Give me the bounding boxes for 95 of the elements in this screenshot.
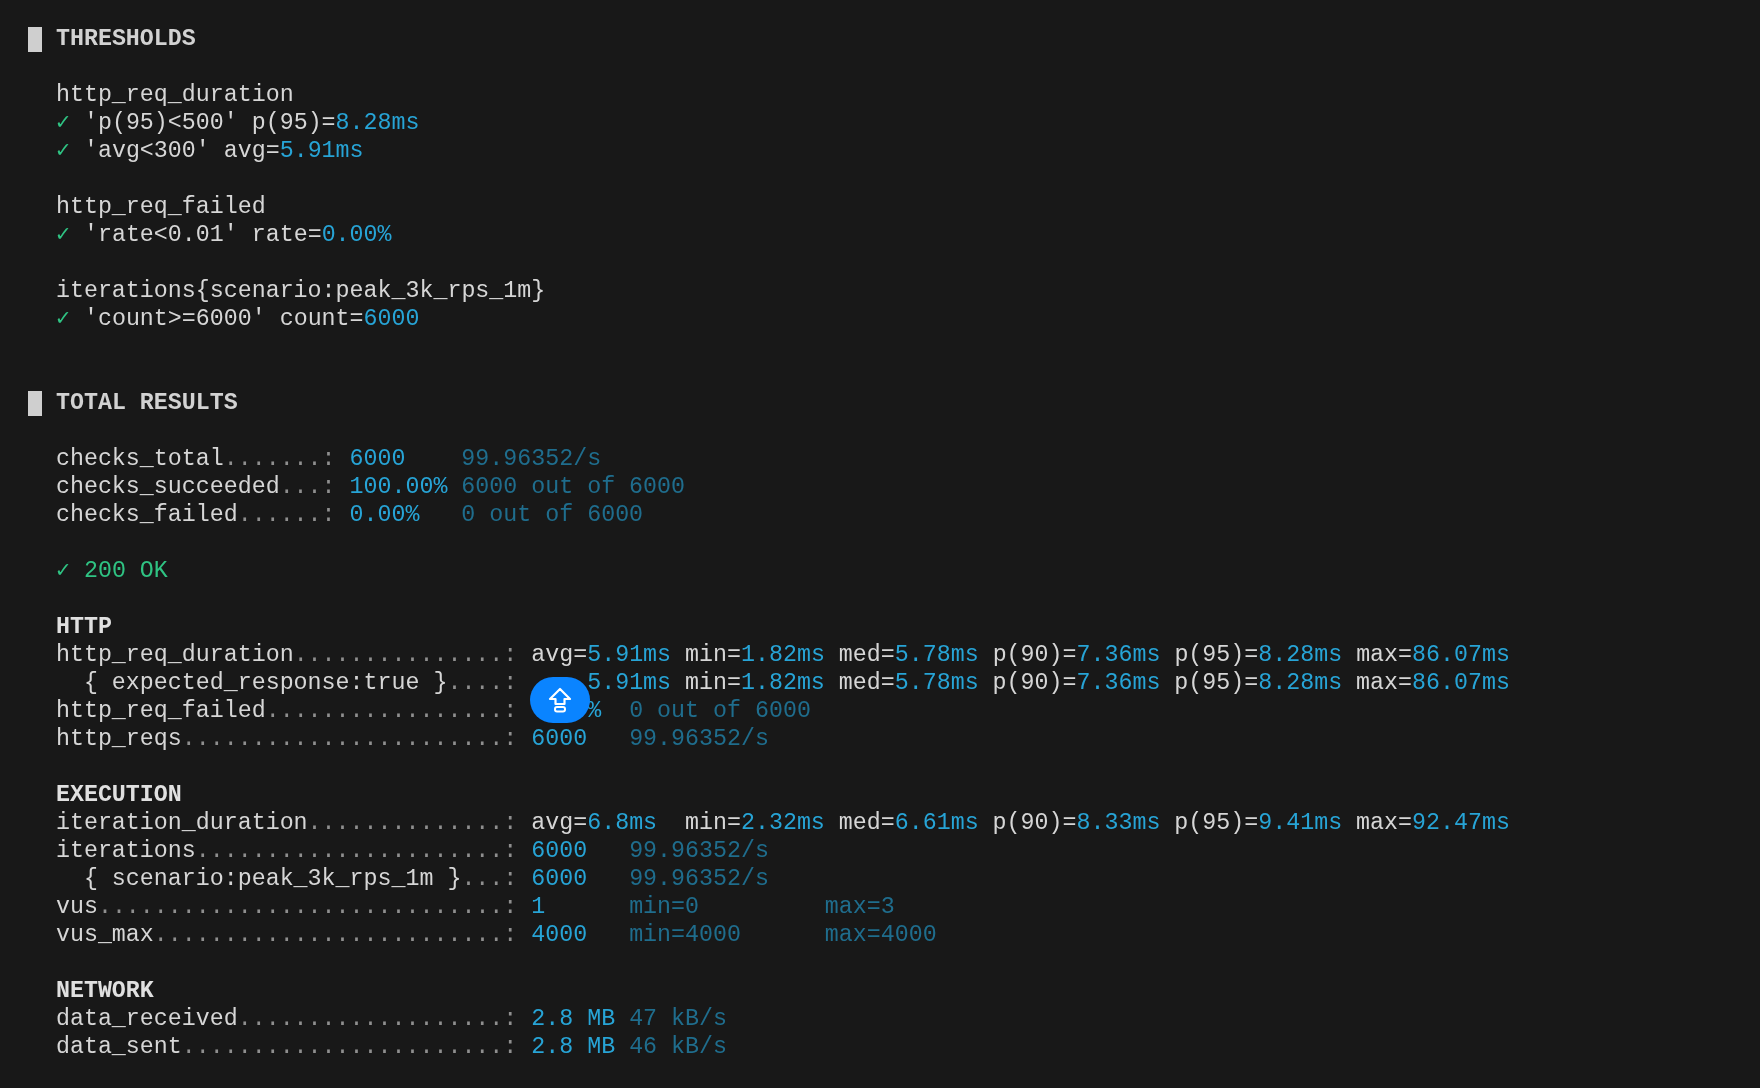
metric-stat: 47 kB/s — [629, 1005, 727, 1033]
leader-dots: ...: — [279, 473, 336, 501]
threshold-condition: 'avg<300' — [83, 137, 210, 165]
threshold-result: p(95)=8.28ms — [251, 109, 420, 137]
leader-dots: .............................: — [97, 893, 518, 921]
metric-name: data_sent — [55, 1033, 182, 1061]
check-mark: ✓ — [55, 557, 70, 585]
metric-stat: min=0 — [629, 893, 701, 921]
threshold-condition: 'p(95)<500' — [83, 109, 238, 137]
metric-stat: med=5.78ms — [838, 669, 979, 697]
metric-name: { expected_response:true } — [83, 669, 448, 697]
metric-stat: 99.96352/s — [629, 837, 770, 865]
metric-name: iterations{scenario:peak_3k_rps_1m} — [55, 277, 546, 305]
metric-stat: min=1.82ms — [685, 669, 825, 697]
heading-bar — [28, 26, 42, 52]
metric-stat: max=86.07ms — [1356, 669, 1510, 697]
metric-stat: p(95)=8.28ms — [1174, 641, 1343, 669]
metric-stat: 6000 out of 6000 — [461, 473, 686, 501]
leader-dots: ...............: — [293, 641, 518, 669]
metric-stat: p(90)=7.36ms — [992, 669, 1161, 697]
check-label: 200 OK — [83, 557, 168, 585]
metric-stat: 6000 — [531, 865, 589, 893]
metric-stat: max=4000 — [824, 921, 938, 949]
metric-stat: p(95)=9.41ms — [1174, 809, 1343, 837]
group-title: HTTP — [55, 613, 112, 641]
metric-name: iterations — [55, 837, 196, 865]
threshold-result: avg=5.91ms — [223, 137, 364, 165]
leader-dots: ...................: — [237, 1005, 518, 1033]
metric-stat: p(95)=8.28ms — [1174, 669, 1343, 697]
leader-dots: ..............: — [307, 809, 518, 837]
metric-name: data_received — [55, 1005, 238, 1033]
leader-dots: ......................: — [195, 837, 518, 865]
metric-stat: 2.8 MB — [531, 1005, 616, 1033]
metric-name: vus_max — [55, 921, 154, 949]
metric-stat: 6000 — [531, 725, 589, 753]
metric-stat: avg=6.8ms — [531, 809, 659, 837]
metric-stat: avg=5.91ms — [531, 641, 672, 669]
check-mark: ✓ — [55, 109, 70, 137]
metric-name: http_req_duration — [55, 641, 294, 669]
metric-stat: med=6.61ms — [838, 809, 979, 837]
metric-stat: 0.00% — [349, 501, 421, 529]
threshold-condition: 'count>=6000' — [83, 305, 266, 333]
metric-stat: max=92.47ms — [1356, 809, 1510, 837]
section-title: THRESHOLDS — [55, 25, 196, 53]
threshold-condition: 'rate<0.01' — [83, 221, 238, 249]
metric-name: http_req_duration — [55, 81, 294, 109]
check-mark: ✓ — [55, 137, 70, 165]
metric-stat: 1 — [531, 893, 547, 921]
metric-stat: 4000 — [531, 921, 589, 949]
metric-stat: max=3 — [824, 893, 896, 921]
metric-stat: 99.96352/s — [461, 445, 602, 473]
metric-stat: 2.8 MB — [531, 1033, 616, 1061]
threshold-result: count=6000 — [279, 305, 420, 333]
threshold-result: rate=0.00% — [251, 221, 392, 249]
metric-stat: p(90)=7.36ms — [992, 641, 1161, 669]
floating-button[interactable] — [530, 677, 590, 723]
metric-stat: 6000 — [531, 837, 589, 865]
arrow-up-icon — [547, 687, 573, 713]
metric-stat: min=4000 — [629, 921, 742, 949]
leader-dots: .......................: — [181, 1033, 518, 1061]
group-title: EXECUTION — [55, 781, 182, 809]
leader-dots: ......: — [237, 501, 336, 529]
heading-bar — [28, 390, 42, 416]
group-title: NETWORK — [55, 977, 154, 1005]
metric-stat: min=1.82ms — [685, 641, 825, 669]
leader-dots: .......................: — [181, 725, 518, 753]
metric-stat: 0 out of 6000 — [629, 697, 811, 725]
metric-stat: p(90)=8.33ms — [992, 809, 1161, 837]
metric-name: iteration_duration — [55, 809, 308, 837]
metric-name: { scenario:peak_3k_rps_1m } — [83, 865, 462, 893]
section-title: TOTAL RESULTS — [55, 389, 238, 417]
metric-name: checks_failed — [55, 501, 238, 529]
metric-stat: 100.00% — [349, 473, 448, 501]
leader-dots: ....: — [447, 669, 518, 697]
metric-stat: 6000 — [349, 445, 407, 473]
metric-stat: 46 kB/s — [629, 1033, 727, 1061]
metric-stat: med=5.78ms — [838, 641, 979, 669]
check-mark: ✓ — [55, 221, 70, 249]
metric-stat: 99.96352/s — [629, 865, 770, 893]
stat-fragment: 5.91ms — [587, 669, 672, 697]
leader-dots: .........................: — [153, 921, 518, 949]
metric-name: http_req_failed — [55, 193, 266, 221]
leader-dots: .................: — [265, 697, 518, 725]
metric-name: http_req_failed — [55, 697, 266, 725]
metric-stat: min=2.32ms — [685, 809, 825, 837]
metric-stat: 99.96352/s — [629, 725, 770, 753]
leader-dots: .......: — [223, 445, 336, 473]
metric-name: http_reqs — [55, 725, 182, 753]
leader-dots: ...: — [461, 865, 518, 893]
metric-name: checks_succeeded — [55, 473, 280, 501]
metric-stat: 0 out of 6000 — [461, 501, 644, 529]
metric-name: checks_total — [55, 445, 224, 473]
check-mark: ✓ — [55, 305, 70, 333]
metric-stat: max=86.07ms — [1356, 641, 1510, 669]
metric-name: vus — [55, 893, 98, 921]
